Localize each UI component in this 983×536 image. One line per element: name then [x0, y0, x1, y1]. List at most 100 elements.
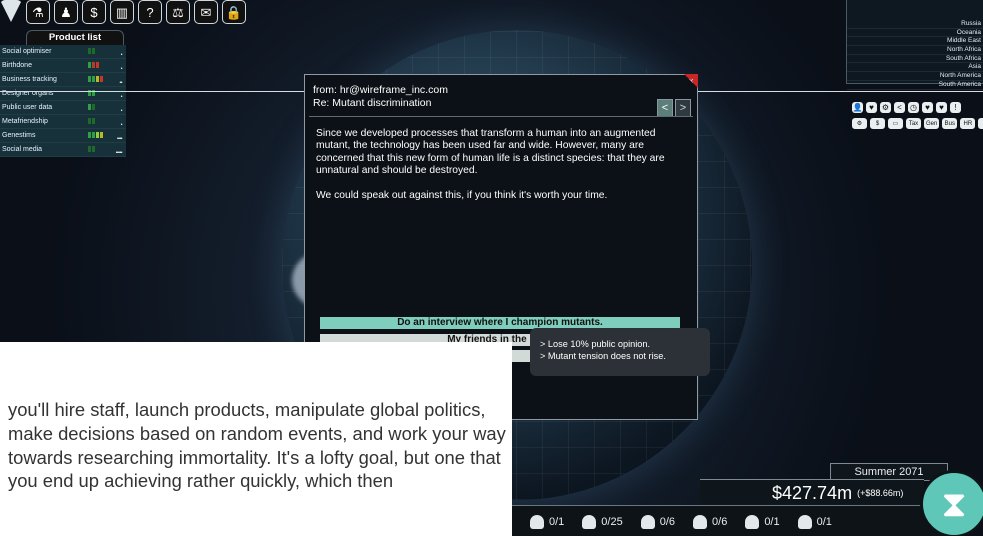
resource-bar: 0/1 0/25 0/6 0/6 0/1 0/1	[512, 505, 944, 536]
status-bar	[88, 48, 91, 54]
department-tab[interactable]: HR	[960, 118, 976, 129]
product-row[interactable]: Social optimiser •	[0, 45, 126, 59]
resource-counter[interactable]: 0/1	[745, 514, 780, 529]
next-email-button[interactable]: >	[675, 99, 691, 117]
resource-value: 0/1	[549, 515, 565, 528]
product-name: Public user data	[2, 104, 53, 111]
document-icon[interactable]: ✉	[194, 0, 218, 24]
resource-counter[interactable]: 0/1	[797, 514, 832, 529]
income-value: (+$88.66m)	[857, 488, 904, 498]
brain-icon	[745, 514, 760, 529]
chart-icon[interactable]: ▥	[110, 0, 134, 24]
department-tab[interactable]: S	[978, 118, 983, 129]
region-stat-icon[interactable]: 👤	[852, 102, 863, 113]
status-bar	[88, 104, 91, 110]
department-tab[interactable]: Gen	[924, 118, 940, 129]
region-stat-icon[interactable]: ♥	[866, 102, 877, 113]
product-row[interactable]: Designer organs •	[0, 87, 126, 101]
product-name: Social media	[2, 146, 43, 153]
department-tab[interactable]: ▭	[888, 118, 903, 129]
product-status-bars	[88, 146, 95, 152]
status-bar	[96, 76, 99, 82]
money-value: $427.74m	[772, 483, 853, 503]
status-bar	[92, 62, 95, 68]
close-icon[interactable]: ×	[684, 74, 698, 88]
department-tab[interactable]: $	[870, 118, 885, 129]
resource-counter[interactable]: 0/1	[530, 514, 565, 529]
logo-icon[interactable]	[0, 0, 22, 22]
region-stat-icon[interactable]: ◷	[908, 102, 919, 113]
product-row[interactable]: Social media •••••	[0, 143, 126, 157]
product-list-panel: Product list Social optimiser • Birthdone •…	[0, 30, 126, 157]
money-icon[interactable]: $	[82, 0, 106, 24]
email-nav: < >	[657, 99, 691, 117]
product-status-bars	[88, 62, 99, 68]
status-bar	[92, 146, 95, 152]
region-stat-icon[interactable]: ♥	[922, 102, 933, 113]
product-level-dots: •	[120, 108, 123, 114]
status-bar	[92, 132, 95, 138]
divider-line	[696, 91, 983, 92]
product-row[interactable]: Metafriendship •	[0, 115, 126, 129]
region-item[interactable]: North America	[847, 72, 983, 81]
email-paragraph: Since we developed processes that transf…	[316, 128, 665, 177]
resource-counter[interactable]: 0/6	[693, 514, 727, 529]
person-icon	[530, 514, 544, 529]
status-bar	[92, 48, 95, 54]
email-body: Since we developed processes that transf…	[316, 128, 666, 214]
department-tab-strip: ⚙$▭TaxGenBusHRS	[852, 118, 983, 129]
region-item[interactable]: Middle East	[847, 37, 983, 47]
status-bar	[96, 132, 99, 138]
product-row[interactable]: Genestims ••••	[0, 129, 126, 143]
resource-value: 0/1	[764, 515, 780, 528]
email-from: from: hr@wireframe_inc.com	[313, 84, 448, 96]
department-tab[interactable]: ⚙	[852, 118, 867, 129]
product-row[interactable]: Public user data •	[0, 101, 126, 115]
product-list-title: Product list	[26, 30, 124, 45]
email-paragraph: We could speak out against this, if you …	[316, 189, 608, 201]
region-stat-icon[interactable]: !	[950, 102, 961, 113]
politics-icon[interactable]: ⚖	[166, 0, 190, 24]
resource-counter[interactable]: 0/25	[582, 514, 623, 529]
region-item[interactable]: South America	[847, 81, 983, 90]
lock-icon[interactable]: 🔒	[222, 0, 246, 24]
region-stat-icon[interactable]: ♥	[936, 102, 947, 113]
product-row[interactable]: Birthdone •	[0, 59, 126, 73]
status-bar	[100, 76, 103, 82]
flask-icon[interactable]: ⚗	[26, 0, 50, 24]
region-item[interactable]: North Africa	[847, 46, 983, 55]
region-list: Russia Oceania Middle East North Africa Sout…	[846, 0, 983, 90]
product-name: Social optimiser	[2, 48, 52, 55]
region-icon-strip: 👤 ♥ ⚙ < ◷ ♥ ♥!	[852, 102, 961, 113]
department-tab[interactable]: Tax	[906, 118, 921, 129]
region-item[interactable]: Russia	[847, 20, 983, 29]
end-turn-hourglass-button[interactable]: ⧗	[920, 470, 983, 536]
hourglass-icon: ⧗	[941, 482, 967, 524]
product-name: Birthdone	[2, 62, 32, 69]
product-name: Business tracking	[2, 76, 57, 83]
product-row[interactable]: Business tracking ••	[0, 73, 126, 87]
product-status-bars	[88, 76, 103, 82]
product-status-bars	[88, 48, 95, 54]
scientist-icon	[640, 514, 655, 529]
resource-counter[interactable]: 0/6	[640, 514, 675, 529]
region-stat-icon[interactable]: <	[894, 102, 905, 113]
article-text-block: you'll hire staff, launch products, mani…	[0, 342, 512, 536]
region-item[interactable]: Oceania	[847, 29, 983, 38]
info-icon[interactable]: ?	[138, 0, 162, 24]
product-level-dots: •	[120, 122, 123, 128]
staff-icon[interactable]: ♟	[54, 0, 78, 24]
previous-email-button[interactable]: <	[657, 99, 673, 117]
product-status-bars	[88, 132, 103, 138]
status-bar	[100, 132, 103, 138]
product-level-dots: •	[120, 94, 123, 100]
region-item[interactable]: Asia	[847, 63, 983, 73]
status-bar	[92, 118, 95, 124]
product-level-dots: •	[120, 52, 123, 58]
product-name: Genestims	[2, 132, 36, 139]
department-tab[interactable]: Bus	[942, 118, 958, 129]
region-item[interactable]: South Africa	[847, 55, 983, 64]
money-display: $427.74m (+$88.66m)	[700, 479, 924, 505]
region-stat-icon[interactable]: ⚙	[880, 102, 891, 113]
top-toolbar: ⚗ ♟ $ ▥? ⚖ ✉ 🔒	[0, 0, 246, 24]
